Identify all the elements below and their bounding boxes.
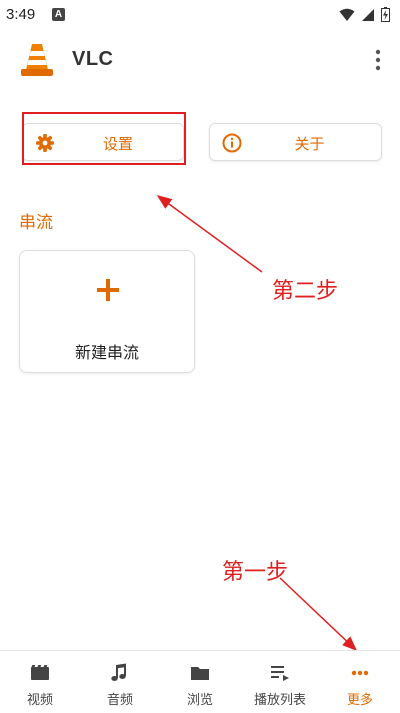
nav-label-audio: 音频 [106,693,133,708]
folder-icon [191,667,209,680]
nav-item-more[interactable]: 更多 [320,651,400,713]
settings-highlight-box [22,112,186,165]
new-stream-label: 新建串流 [74,343,139,362]
step-one-annotation: 第一步 [222,560,289,585]
nav-item-browse[interactable]: 浏览 [160,651,240,713]
nav-item-video[interactable]: 视频 [0,651,80,713]
about-button-label: 关于 [294,135,325,153]
battery-icon [381,7,390,22]
status-notification-badge: A [52,8,65,21]
wifi-icon [339,8,355,21]
video-icon [30,665,49,680]
playlist-icon [271,666,289,681]
nav-item-audio[interactable]: 音频 [80,651,160,713]
step-one-arrow [279,577,358,652]
streams-section-title: 串流 [19,213,53,233]
about-button[interactable]: 关于 [209,123,382,161]
nav-label-playlists: 播放列表 [253,693,306,708]
status-time: 3:49 [6,6,36,23]
nav-label-browse: 浏览 [186,693,213,708]
app-bar: VLC [0,32,400,88]
nav-item-playlists[interactable]: 播放列表 [240,651,320,713]
nav-label-video: 视频 [26,693,53,708]
vlc-cone-icon [21,44,53,76]
music-note-icon [111,663,126,681]
signal-icon [362,8,374,21]
step-two-annotation: 第二步 [272,279,339,304]
nav-label-more: 更多 [346,693,373,708]
app-title: VLC [72,48,114,70]
status-bar: 3:49 A [0,0,400,30]
more-dots-icon [351,670,369,676]
bottom-navigation: 视频 音频 浏览 播放列表 更多 [0,650,400,713]
plus-icon [97,279,119,301]
status-icons [339,7,390,22]
overflow-menu-icon[interactable] [372,48,384,72]
new-stream-card[interactable]: 新建串流 [19,250,195,373]
